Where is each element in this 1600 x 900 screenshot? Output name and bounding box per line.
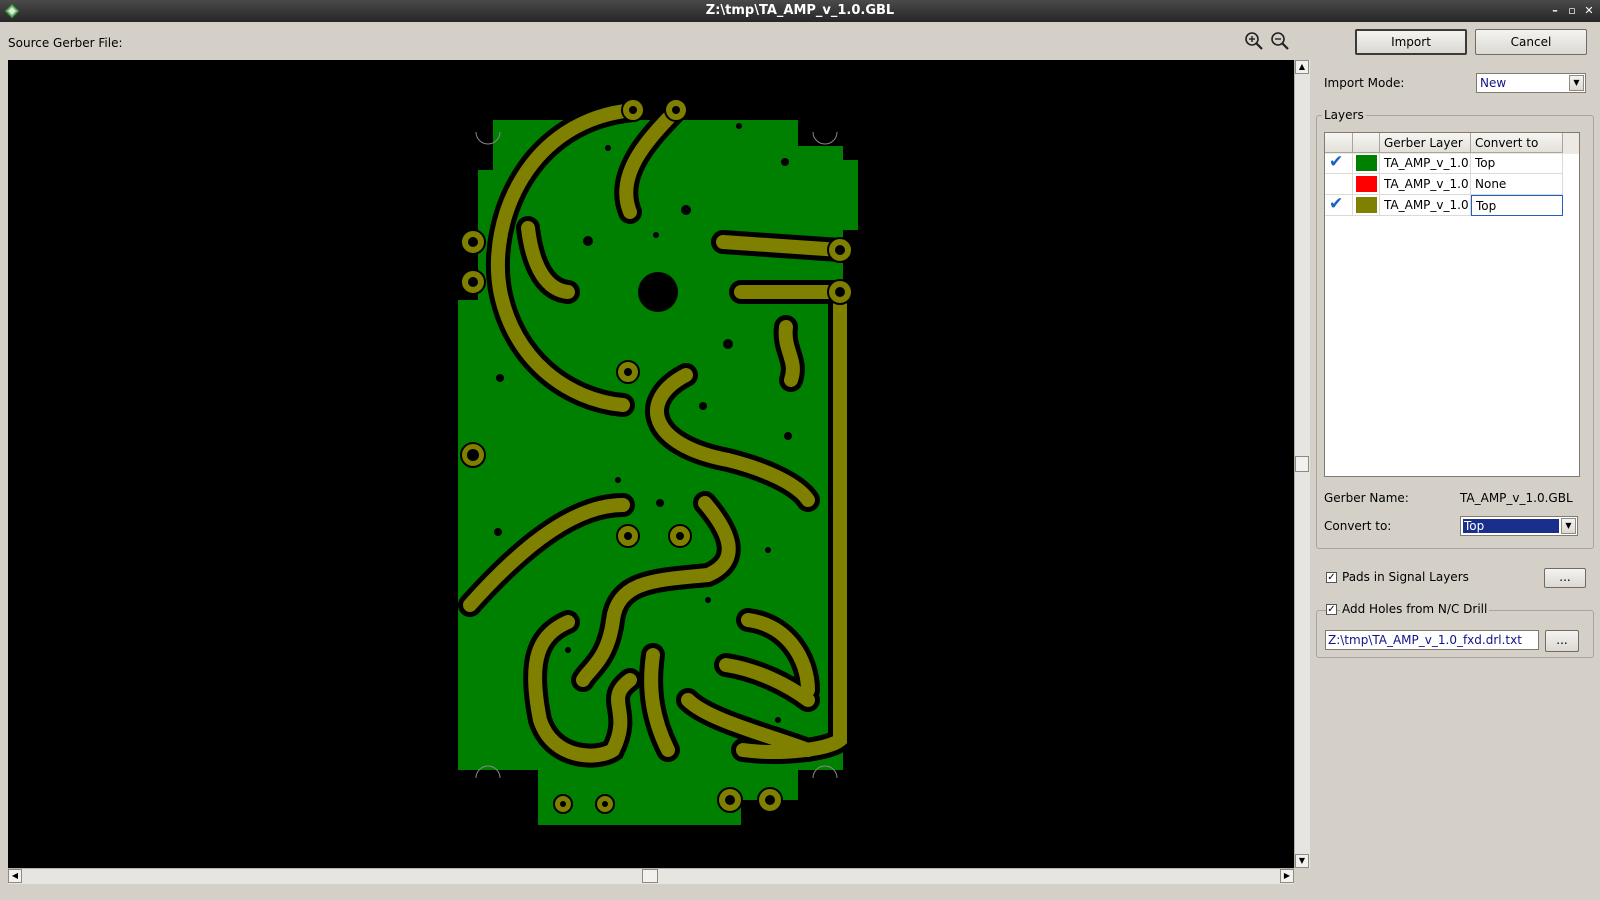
gerber-layer-cell: TA_AMP_v_1.0.: [1380, 174, 1471, 195]
close-icon[interactable]: ✕: [1581, 3, 1597, 19]
holes-label: Add Holes from N/C Drill: [1340, 602, 1490, 616]
column-header-gerber-layer[interactable]: Gerber Layer: [1380, 133, 1471, 153]
column-header-convert-to[interactable]: Convert to: [1471, 133, 1563, 153]
convert-to-select-value: Top: [1463, 519, 1559, 533]
scroll-left-icon[interactable]: ◀: [8, 869, 22, 883]
chevron-down-icon[interactable]: ▼: [1561, 518, 1576, 534]
row-checkbox[interactable]: [1325, 174, 1353, 195]
row-checkbox[interactable]: ✔: [1325, 195, 1353, 216]
zoom-out-icon[interactable]: [1270, 31, 1290, 51]
table-row[interactable]: ✔ TA_AMP_v_1.0. Top: [1325, 195, 1579, 216]
convert-to-cell[interactable]: None: [1471, 174, 1563, 195]
gerber-name-value: TA_AMP_v_1.0.GBL: [1460, 491, 1573, 505]
horizontal-scroll-thumb[interactable]: [642, 869, 658, 883]
import-mode-value: New: [1480, 76, 1507, 90]
row-color-cell: [1353, 174, 1380, 195]
row-checkbox[interactable]: ✔: [1325, 153, 1353, 174]
column-header-color: [1353, 133, 1380, 153]
vertical-scroll-thumb[interactable]: [1295, 456, 1309, 472]
checkmark-icon: ✔: [1329, 153, 1344, 172]
scroll-right-icon[interactable]: ▶: [1280, 869, 1294, 883]
layers-table-header: Gerber Layer Convert to: [1325, 133, 1579, 154]
layer-color-swatch: [1356, 176, 1377, 192]
pcb-preview: [458, 98, 858, 825]
column-header-check: [1325, 133, 1353, 153]
import-button[interactable]: Import: [1355, 29, 1467, 55]
convert-to-label: Convert to:: [1324, 519, 1392, 533]
scroll-up-icon[interactable]: ▲: [1295, 60, 1309, 74]
vertical-scrollbar[interactable]: ▲ ▼: [1294, 60, 1310, 868]
gerber-preview-canvas[interactable]: [8, 60, 1294, 868]
table-row[interactable]: ✔ TA_AMP_v_1.0. Top: [1325, 153, 1579, 174]
convert-to-cell[interactable]: Top: [1471, 153, 1563, 174]
convert-to-select[interactable]: Top ▼: [1460, 516, 1578, 536]
scroll-down-icon[interactable]: ▼: [1295, 854, 1309, 868]
layer-color-swatch: [1356, 197, 1377, 213]
pads-label: Pads in Signal Layers: [1342, 570, 1469, 584]
pads-options-button[interactable]: ...: [1544, 568, 1586, 588]
browse-drill-button[interactable]: ...: [1545, 630, 1579, 652]
title-bar: Z:\tmp\TA_AMP_v_1.0.GBL – ▫ ✕: [0, 0, 1600, 22]
gerber-layer-cell: TA_AMP_v_1.0.: [1380, 195, 1471, 216]
chevron-down-icon[interactable]: ▼: [1569, 75, 1584, 91]
gerber-layer-cell: TA_AMP_v_1.0.: [1380, 153, 1471, 174]
gerber-name-label: Gerber Name:: [1324, 491, 1409, 505]
minimize-icon[interactable]: –: [1547, 3, 1563, 19]
source-gerber-label: Source Gerber File:: [8, 36, 123, 50]
layers-table[interactable]: Gerber Layer Convert to ✔ TA_AMP_v_1.0. …: [1324, 132, 1580, 477]
cancel-button[interactable]: Cancel: [1475, 29, 1587, 55]
table-row[interactable]: TA_AMP_v_1.0. None: [1325, 174, 1579, 195]
layers-group-label: Layers: [1322, 108, 1366, 122]
window-title: Z:\tmp\TA_AMP_v_1.0.GBL: [705, 3, 895, 18]
zoom-in-icon[interactable]: [1244, 31, 1264, 51]
checkmark-icon: ✔: [1329, 195, 1344, 214]
row-color-cell: [1353, 195, 1380, 216]
holes-checkbox[interactable]: ✓: [1326, 604, 1337, 615]
horizontal-scrollbar[interactable]: ◀ ▶: [8, 868, 1294, 884]
import-mode-select[interactable]: New ▼: [1476, 73, 1586, 93]
restore-icon[interactable]: ▫: [1564, 3, 1580, 19]
drill-file-input[interactable]: Z:\tmp\TA_AMP_v_1.0_fxd.drl.txt: [1325, 630, 1539, 650]
convert-to-cell-selected[interactable]: Top: [1471, 195, 1563, 216]
row-color-cell: [1353, 153, 1380, 174]
pads-checkbox[interactable]: ✓: [1326, 572, 1337, 583]
layer-color-swatch: [1356, 155, 1377, 171]
import-mode-label: Import Mode:: [1324, 76, 1405, 90]
